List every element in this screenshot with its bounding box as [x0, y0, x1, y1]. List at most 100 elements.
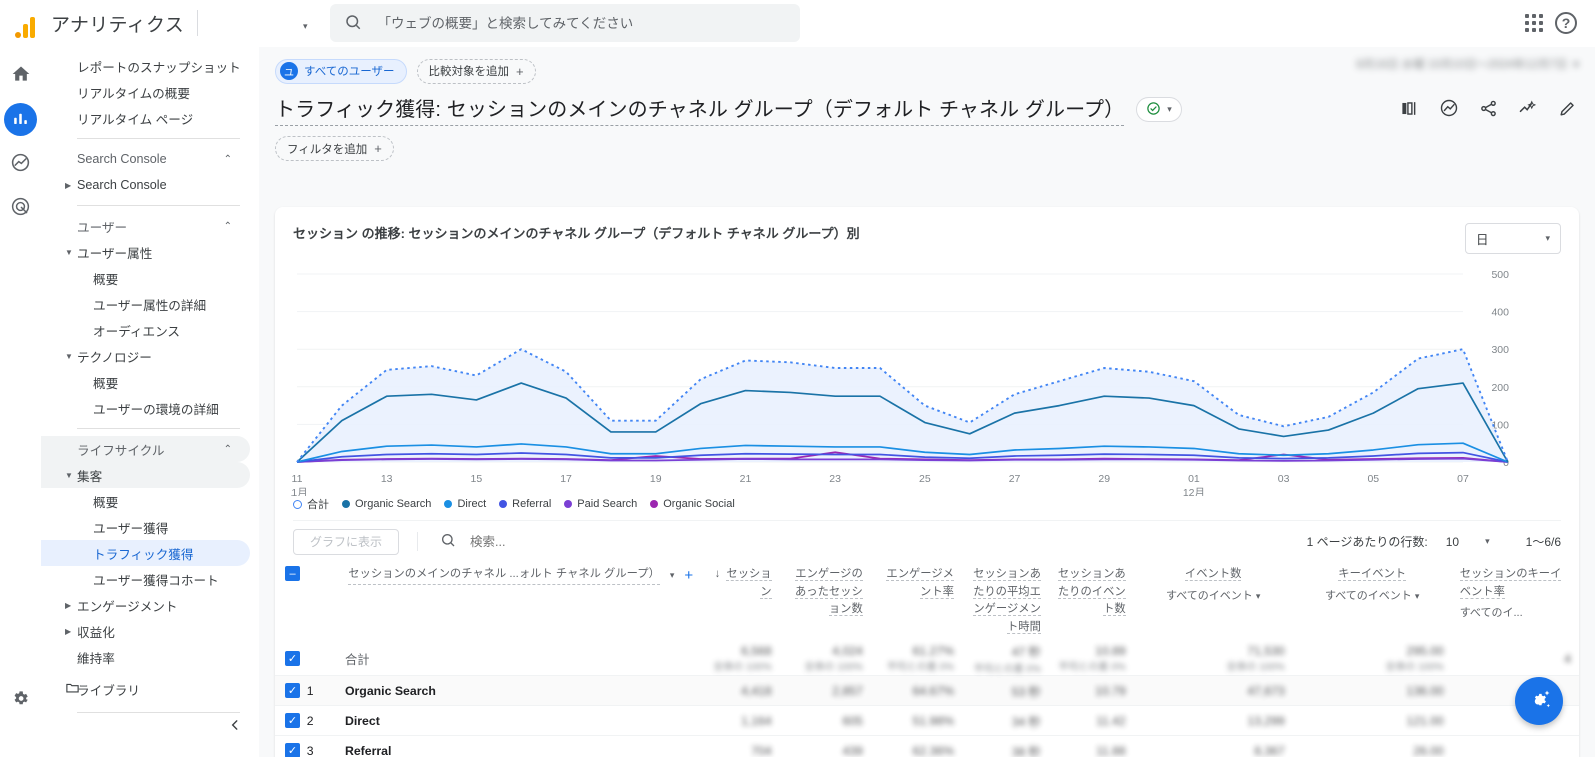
sidebar-item-audiences[interactable]: オーディエンス — [41, 317, 250, 343]
legend-item[interactable]: Paid Search — [564, 498, 637, 510]
insights-icon[interactable] — [1439, 98, 1459, 121]
analytics-app: アナリティクス ▾ ? — [0, 0, 1595, 757]
svg-text:07: 07 — [1457, 473, 1469, 485]
sidebar-group-search-console[interactable]: Search Console ⌃ — [41, 146, 250, 172]
table-row[interactable]: ✓合計6,568全体の 100%4,024全体の 100%61.27%平均との差… — [275, 642, 1579, 676]
sidebar-item-realtime-overview[interactable]: リアルタイムの概要 — [41, 79, 250, 105]
sidebar-item-traffic-acquisition[interactable]: トラフィック獲得 — [41, 540, 250, 566]
row-checkbox[interactable]: ✓ — [285, 713, 300, 728]
add-dimension-icon[interactable]: + — [684, 567, 693, 584]
add-comparison-button[interactable]: 比較対象を追加 + — [417, 59, 536, 84]
share-icon[interactable] — [1479, 99, 1498, 121]
legend-item[interactable]: Organic Search — [342, 498, 431, 510]
row-checkbox[interactable]: ✓ — [285, 743, 300, 757]
sidebar-item-technology[interactable]: ▼ テクノロジー — [41, 343, 250, 369]
sidebar-collapse-button[interactable] — [228, 718, 242, 735]
sidebar-item-realtime-pages[interactable]: リアルタイム ページ — [41, 105, 250, 131]
triangle-down-icon[interactable]: ▼ — [65, 248, 73, 257]
edit-pencil-icon[interactable] — [1558, 99, 1577, 121]
chevron-down-icon[interactable]: ▾ — [670, 570, 675, 581]
sidebar-item-tech-overview[interactable]: 概要 — [41, 369, 250, 395]
legend-swatch-icon — [650, 500, 658, 508]
metric-value-wrap: 136.00 — [1293, 684, 1452, 698]
rail-item-home[interactable] — [4, 59, 37, 92]
metric-value-wrap: 11.88 — [1049, 744, 1134, 757]
col-label: セッション — [726, 568, 771, 599]
triangle-right-icon[interactable]: ▶ — [65, 627, 71, 636]
metric-value-wrap: 1,164 — [701, 714, 779, 728]
audience-chip[interactable]: ユ すべてのユーザー — [275, 59, 407, 84]
col-sublabel[interactable]: すべてのイベント ▾ — [1301, 587, 1444, 603]
legend-item[interactable]: 合計 — [293, 496, 329, 512]
col-session-key-event-rate[interactable]: セッションのキーイベント率 すべてのイ... — [1452, 558, 1579, 642]
sidebar-item-user-attributes[interactable]: ▼ ユーザー属性 — [41, 239, 250, 265]
legend-item[interactable]: Referral — [499, 498, 551, 510]
help-icon[interactable]: ? — [1555, 12, 1577, 34]
sidebar-item-report-snapshot[interactable]: レポートのスナップショット — [41, 53, 250, 79]
sidebar-item-acquisition-overview[interactable]: 概要 — [41, 488, 250, 514]
table-search-input[interactable] — [468, 534, 668, 550]
search-input[interactable] — [376, 15, 786, 32]
triangle-down-icon[interactable]: ▼ — [65, 352, 73, 361]
sidebar-item-library[interactable]: ライブラリ — [41, 676, 250, 702]
triangle-right-icon[interactable]: ▶ — [65, 601, 71, 610]
rail-settings-gear-icon[interactable] — [11, 689, 30, 711]
triangle-down-icon[interactable]: ▼ — [65, 471, 73, 480]
sidebar-item-acquisition[interactable]: ▼ 集客 — [41, 462, 250, 488]
legend-item[interactable]: Direct — [444, 498, 486, 510]
report-verified-badge[interactable]: ▾ — [1136, 97, 1182, 122]
sidebar-item-acquisition-cohort[interactable]: ユーザー獲得コホート — [41, 566, 250, 592]
metric-value: 26.00 — [1413, 744, 1444, 757]
rail-item-advertising[interactable] — [4, 191, 37, 224]
rail-item-reports[interactable] — [4, 103, 37, 136]
metric-value-wrap: 605 — [780, 714, 871, 728]
col-engagement-rate[interactable]: エンゲージメント率 — [871, 558, 962, 642]
dimension-header-label: セッションのメインのチャネル ...ォルト チャネル グループ） — [348, 566, 660, 585]
col-sessions[interactable]: ↓ セッション — [701, 558, 779, 642]
metric-cell: 10.89平均との差 0% — [1049, 642, 1134, 676]
table-row[interactable]: ✓3Referral70443962.36%38 秒11.888,36726.0… — [275, 736, 1579, 757]
col-key-events[interactable]: キーイベント すべてのイベント ▾ — [1293, 558, 1452, 642]
rows-per-page-select[interactable]: 10 ▾ — [1446, 535, 1490, 549]
sidebar-group-user[interactable]: ユーザー ⌃ — [41, 213, 250, 239]
table-row[interactable]: ✓2Direct1,16460551.98%34 秒11.4213,299121… — [275, 706, 1579, 736]
plot-rows-button[interactable]: グラフに表示 — [293, 529, 399, 555]
triangle-right-icon[interactable]: ▶ — [65, 181, 71, 190]
report-chips-bar: ユ すべてのユーザー 比較対象を追加 + 8月16日 水曜 10月10日〜202… — [259, 47, 1595, 85]
row-checkbox[interactable]: ✓ — [285, 651, 300, 666]
insights-fab-button[interactable] — [1515, 677, 1563, 725]
granularity-select[interactable]: 日 ▾ — [1465, 223, 1561, 254]
table-row[interactable]: ✓1Organic Search4,4182,85764.67%53 秒10.7… — [275, 676, 1579, 706]
sidebar-item-demographics-overview[interactable]: 概要 — [41, 265, 250, 291]
sidebar-item-engagement[interactable]: ▶ エンゲージメント — [41, 592, 250, 618]
sidebar-item-search-console[interactable]: ▶ Search Console — [41, 172, 250, 198]
metric-value: 11.88 — [1096, 744, 1126, 757]
col-sublabel[interactable]: すべてのイベント ▾ — [1142, 587, 1285, 603]
add-filter-button[interactable]: フィルタを追加 + — [275, 136, 394, 161]
table-search[interactable] — [417, 532, 668, 551]
property-caret-icon[interactable]: ▾ — [303, 21, 308, 32]
metric-cell: 6,568全体の 100% — [701, 642, 779, 676]
sidebar-item-demographics-details[interactable]: ユーザー属性の詳細 — [41, 291, 250, 317]
rail-item-explore[interactable] — [4, 147, 37, 180]
global-search[interactable] — [330, 4, 800, 42]
row-checkbox-cell: ✓ — [275, 706, 307, 736]
legend-item[interactable]: Organic Social — [650, 498, 735, 510]
trend-icon[interactable] — [1518, 98, 1538, 121]
col-events-per-session[interactable]: セッションあたりのイベント数 — [1049, 558, 1134, 642]
sidebar-item-user-acquisition[interactable]: ユーザー獲得 — [41, 514, 250, 540]
sidebar-item-retention[interactable]: 維持率 — [41, 644, 250, 670]
sidebar-item-monetization[interactable]: ▶ 収益化 — [41, 618, 250, 644]
compare-icon[interactable] — [1400, 99, 1419, 121]
metric-value: 13,299 — [1247, 714, 1284, 728]
row-checkbox[interactable]: ✓ — [285, 683, 300, 698]
apps-grid-icon[interactable] — [1525, 14, 1543, 32]
col-avg-engagement-time[interactable]: セッションあたりの平均エンゲージメント時間 — [962, 558, 1049, 642]
date-range-picker[interactable]: 8月16日 水曜 10月10日〜2024年12月7日 ▾ — [1356, 56, 1579, 72]
select-all-checkbox[interactable]: – — [285, 566, 300, 581]
col-engaged-sessions[interactable]: エンゲージのあったセッション数 — [780, 558, 871, 642]
col-event-count[interactable]: イベント数 すべてのイベント ▾ — [1134, 558, 1293, 642]
sidebar-item-tech-details[interactable]: ユーザーの環境の詳細 — [41, 395, 250, 421]
add-filter-label: フィルタを追加 — [287, 141, 367, 157]
sidebar-group-lifecycle[interactable]: ライフサイクル ⌃ — [41, 436, 250, 462]
